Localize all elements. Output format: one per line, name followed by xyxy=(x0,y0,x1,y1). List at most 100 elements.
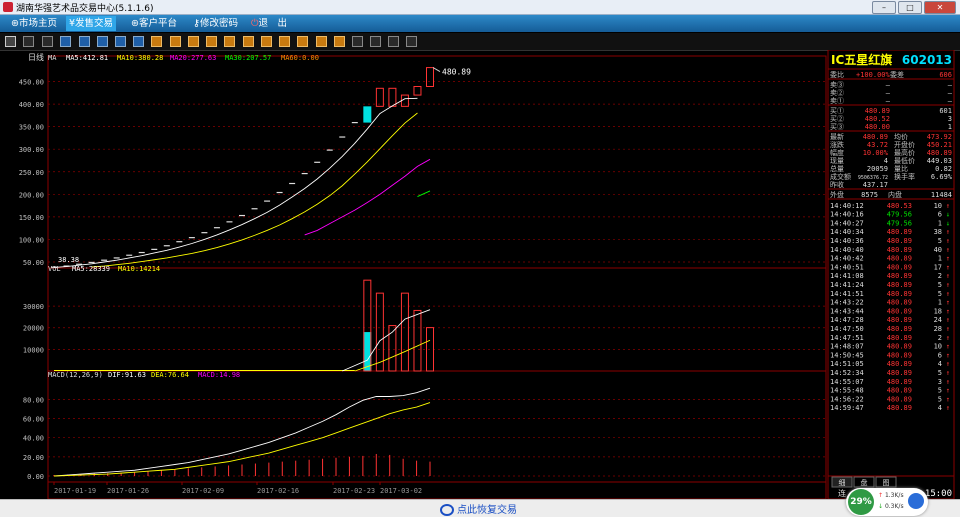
date-tick-label: 2017-02-16 xyxy=(257,487,299,495)
tick-direction-icon: ↑ xyxy=(946,255,950,263)
tick-direction-icon: ↑ xyxy=(946,387,950,395)
tick-direction-icon: ↑ xyxy=(946,272,950,280)
stat-label-2: 均价 xyxy=(894,132,908,141)
toolbar-button-10-icon[interactable] xyxy=(170,36,181,47)
vol-tick-label: 30000 xyxy=(23,303,44,311)
buy-level-label: 买③ xyxy=(830,123,844,131)
maximize-button[interactable]: □ xyxy=(898,1,922,14)
tick-time: 14:40:40 xyxy=(830,246,864,254)
toolbar-button-18-icon[interactable] xyxy=(316,36,327,47)
upload-speed: 1.3K/s xyxy=(884,492,904,499)
network-speed-widget[interactable]: 29% ↑ 1.3K/s ↓ 0.3K/s xyxy=(846,488,928,516)
toolbar-button-22-icon[interactable] xyxy=(388,36,399,47)
toolbar-button-21-icon[interactable] xyxy=(370,36,381,47)
kline-chart-svg[interactable]: 日线 MA MA5:412.81 MA10:380.28 MA20:277.63 MA30… xyxy=(0,49,960,500)
toolbar-button-3-icon[interactable] xyxy=(42,36,53,47)
tick-price: 480.89 xyxy=(887,395,912,403)
toolbar-button-8-icon[interactable] xyxy=(133,36,144,47)
macd-label-2: MACD:14.98 xyxy=(198,371,240,379)
tick-time: 14:55:48 xyxy=(830,387,864,395)
menu-client-platform[interactable]: ⊛客户平台 xyxy=(128,16,180,31)
status-bar: 点此恢复交易 xyxy=(0,499,960,517)
vol-bar xyxy=(413,309,422,372)
minimize-button[interactable]: – xyxy=(872,1,896,14)
macd-tick-label: 40.00 xyxy=(23,435,44,443)
price-candle xyxy=(426,67,434,87)
toolbar-button-20-icon[interactable] xyxy=(352,36,363,47)
pane-indicator-ma: MA xyxy=(48,54,57,62)
vol-ma5-line xyxy=(342,309,431,372)
price-tick-label: 400.00 xyxy=(19,101,44,109)
stat-value: 10.00% xyxy=(863,149,889,157)
market-clock: 15:00 xyxy=(925,489,952,499)
toolbar-button-13-icon[interactable] xyxy=(224,36,235,47)
tick-volume: 40 xyxy=(934,246,942,254)
toolbar-button-9-icon[interactable] xyxy=(151,36,162,47)
buy-level-volume: 3 xyxy=(948,115,952,123)
tick-volume: 5 xyxy=(938,369,942,377)
tick-price: 480.89 xyxy=(887,246,912,254)
price-tick-label: 200.00 xyxy=(19,191,44,199)
toolbar-button-5-icon[interactable] xyxy=(79,36,90,47)
tick-time: 14:47:51 xyxy=(830,334,864,342)
tick-time: 14:43:44 xyxy=(830,307,864,315)
sell-level-label: 卖③ xyxy=(830,81,844,89)
menu-exit[interactable]: ⏻退 出 xyxy=(248,16,290,31)
resume-trade-link[interactable]: 点此恢复交易 xyxy=(440,501,517,516)
toolbar-button-19-icon[interactable] xyxy=(334,36,345,47)
stat-label: 现量 xyxy=(830,157,844,165)
toolbar-button-14-icon[interactable] xyxy=(243,36,254,47)
price-tick-label: 300.00 xyxy=(19,146,44,154)
price-tick-label: 250.00 xyxy=(19,169,44,177)
toolbar-button-23-icon[interactable] xyxy=(406,36,417,47)
tick-price: 480.89 xyxy=(887,255,912,263)
outer-value: 8575 xyxy=(861,191,878,199)
tick-volume: 1 xyxy=(938,255,942,263)
tick-price: 480.53 xyxy=(887,202,912,210)
tick-time: 14:48:07 xyxy=(830,343,864,351)
toolbar-button-7-icon[interactable] xyxy=(115,36,126,47)
close-button[interactable]: ✕ xyxy=(924,1,956,14)
toolbar-button-16-icon[interactable] xyxy=(279,36,290,47)
menu-issue-trade[interactable]: ¥发售交易 xyxy=(66,16,117,31)
toolbar-button-12-icon[interactable] xyxy=(206,36,217,47)
toolbar-button-11-icon[interactable] xyxy=(188,36,199,47)
toolbar xyxy=(0,33,960,51)
toolbar-button-2-icon[interactable] xyxy=(23,36,34,47)
menu-change-password[interactable]: ⚷修改密码 xyxy=(190,16,241,31)
stat-value-2: 449.03 xyxy=(927,157,952,165)
toolbar-button-4-icon[interactable] xyxy=(60,36,71,47)
tick-time: 14:41:08 xyxy=(830,272,864,280)
toolbar-button-1-icon[interactable] xyxy=(5,36,16,47)
toolbar-button-15-icon[interactable] xyxy=(261,36,272,47)
tick-price: 480.89 xyxy=(887,272,912,280)
stat-value: 437.17 xyxy=(863,181,888,189)
tick-volume: 1 xyxy=(938,299,942,307)
tick-volume: 4 xyxy=(938,404,942,412)
buy-level-volume: 1 xyxy=(948,123,952,131)
ma-label-3: MA30:207.57 xyxy=(225,54,271,62)
toolbar-button-17-icon[interactable] xyxy=(297,36,308,47)
tick-direction-icon: ↑ xyxy=(946,281,950,289)
menu-market-home[interactable]: ⊛市场主页 xyxy=(8,16,60,31)
stat-label: 总量 xyxy=(830,164,844,173)
window-title: 湖南华强艺术品交易中心(5.1.1.6) xyxy=(16,4,154,14)
tick-time: 14:40:12 xyxy=(830,202,864,210)
toolbar-button-6-icon[interactable] xyxy=(97,36,108,47)
macd-label-0: DIF:91.63 xyxy=(108,371,146,379)
tick-direction-icon: ↓ xyxy=(946,211,950,219)
stat-label: 成交额 xyxy=(830,172,851,181)
key-icon: ⚷ xyxy=(193,18,200,29)
ma10-line xyxy=(91,112,418,268)
exit-icon: ⏻ xyxy=(251,18,259,29)
date-tick-label: 2017-01-26 xyxy=(107,487,149,495)
tick-volume: 5 xyxy=(938,237,942,245)
tick-time: 14:50:45 xyxy=(830,351,864,359)
main-menu: ⊛市场主页 ¥发售交易 ⊛客户平台 ⚷修改密码 ⏻退 出 xyxy=(0,15,960,32)
tick-volume: 17 xyxy=(934,263,942,271)
tick-price: 480.89 xyxy=(887,360,912,368)
inner-label: 内盘 xyxy=(888,190,902,199)
tick-time: 14:52:34 xyxy=(830,369,864,377)
stat-label-2: 换手率 xyxy=(894,172,915,181)
macd-tick-label: 60.00 xyxy=(23,416,44,424)
